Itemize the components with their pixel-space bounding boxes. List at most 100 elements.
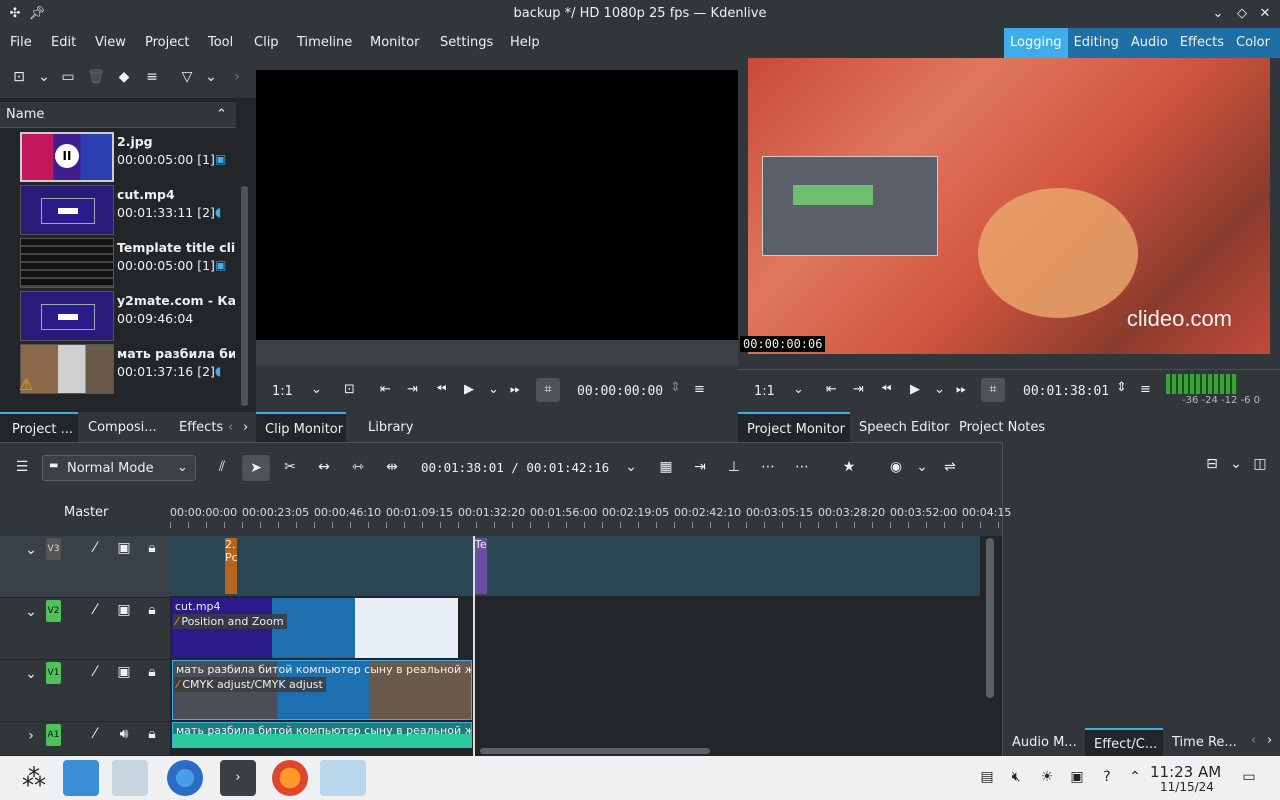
extract-icon[interactable]: ⋯ (793, 459, 811, 477)
bin-scrollbar[interactable] (241, 186, 248, 406)
layout-editing[interactable]: Editing (1068, 28, 1125, 58)
clip-image[interactable]: 2. Pc (225, 538, 237, 594)
tab-time-remap[interactable]: Time Re... (1172, 735, 1237, 750)
film-icon[interactable]: ▣ (115, 664, 133, 682)
bin-item-template-title[interactable]: Template title clip 00:00:05:00 [1] ▣ (20, 238, 236, 291)
tag-icon[interactable]: ◆ (115, 69, 133, 87)
chevron-down-icon[interactable]: ⌄ (934, 382, 945, 397)
speaker-icon[interactable]: 🔊︎ (115, 726, 133, 744)
slip-tool-icon[interactable]: ⇹ (383, 459, 401, 477)
timeline-horizontal-scrollbar[interactable] (480, 748, 710, 754)
tab-speech-editor[interactable]: Speech Editor (859, 420, 950, 435)
bin-column-header[interactable]: Name ⌃ (0, 102, 236, 128)
bin-item-y2mate[interactable]: y2mate.com - Как 00:09:46:04 (20, 291, 236, 344)
mode-select[interactable]: ▬ Normal Mode ⌄ (42, 455, 196, 481)
chevron-right-icon[interactable]: › (243, 420, 248, 435)
menu-settings[interactable]: Settings (440, 35, 493, 50)
record-icon[interactable]: ◉ (887, 459, 905, 477)
track-header-a1[interactable]: › A1 ⁄ 🔊︎ 🔒︎ (0, 722, 170, 756)
lane-v2[interactable]: cut.mp4 ⁄ Position and Zoom (170, 598, 980, 658)
close-icon[interactable]: ✕ (1256, 5, 1274, 23)
tab-project-monitor[interactable]: Project Monitor (738, 412, 850, 442)
set-out-icon[interactable]: ⇥ (853, 382, 864, 397)
multicam-icon[interactable]: ▦ (657, 459, 675, 477)
film-icon[interactable]: ▣ (115, 602, 133, 620)
project-timecode[interactable]: 00:01:38:01 (1023, 384, 1109, 399)
clip-mat-razbila-audio[interactable]: мать разбила битой компьютер сыну в реал… (172, 722, 472, 748)
menu-icon[interactable]: ≡ (1140, 382, 1151, 397)
chevron-down-icon[interactable]: ⌄ (488, 382, 499, 397)
chevron-down-icon[interactable]: ⌄ (22, 666, 40, 684)
playhead[interactable] (473, 536, 475, 756)
chevron-up-icon[interactable]: ⌃ (1126, 769, 1144, 787)
effect-wand-icon[interactable]: ⁄ (86, 602, 104, 620)
rewind-icon[interactable]: ⏪︎ (436, 382, 446, 397)
layout-logging[interactable]: Logging (1004, 28, 1068, 58)
chevron-left-icon[interactable]: ‹ (1251, 733, 1256, 748)
clipboard-icon[interactable]: ▤ (978, 769, 996, 787)
effect-wand-icon[interactable]: ⁄ (86, 726, 104, 744)
clip-cut-mp4[interactable]: cut.mp4 ⁄ Position and Zoom (172, 598, 458, 658)
menu-monitor[interactable]: Monitor (370, 35, 419, 50)
delete-icon[interactable]: 🗑︎ (87, 69, 105, 87)
project-zoom[interactable]: 1:1 (754, 384, 775, 399)
clock-time[interactable]: 11:23 AM (1150, 763, 1221, 781)
clip-mat-razbila-video[interactable]: мать разбила битой компьютер сыну в реал… (172, 660, 472, 720)
bin-item-2jpg[interactable]: II 2.jpg 00:00:05:00 [1] ▣ (20, 132, 236, 185)
link-icon[interactable]: ⊟ (1203, 456, 1221, 474)
tab-effect-composition[interactable]: Effect/C... (1085, 728, 1163, 758)
tab-compositions[interactable]: Composi... (88, 420, 157, 435)
chevron-right-icon[interactable]: › (228, 69, 246, 87)
minimize-icon[interactable]: ⌄ (1209, 5, 1227, 23)
lane-v1[interactable]: мать разбила битой компьютер сыну в реал… (170, 660, 980, 720)
effect-wand-icon[interactable]: ⁄ (86, 664, 104, 682)
play-icon[interactable]: ▶ (910, 382, 920, 397)
lift-icon[interactable]: ⋯ (759, 459, 777, 477)
layout-audio[interactable]: Audio (1125, 28, 1174, 58)
spacer-tool-icon[interactable]: ↔ (315, 459, 333, 477)
insert-icon[interactable]: ⇥ (691, 459, 709, 477)
menu-help[interactable]: Help (510, 35, 540, 50)
filter-icon[interactable]: ▽ (178, 69, 196, 87)
star-icon[interactable]: ★ (840, 459, 858, 477)
menu-tool[interactable]: Tool (208, 35, 233, 50)
razor-tool-icon[interactable]: ✂ (281, 459, 299, 477)
chevron-down-icon[interactable]: ⌄ (793, 382, 804, 397)
menu-icon[interactable]: ≡ (143, 69, 161, 87)
file-manager-icon[interactable] (112, 760, 148, 796)
set-out-icon[interactable]: ⇥ (407, 382, 418, 397)
maximize-icon[interactable]: ◇ (1233, 5, 1251, 23)
lock-icon[interactable]: 🔒︎ (143, 540, 161, 558)
chevron-down-icon[interactable]: ⌄ (35, 69, 53, 87)
menu-icon[interactable]: ≡ (694, 382, 705, 397)
layout-effects[interactable]: Effects (1174, 28, 1230, 58)
chevron-down-icon[interactable]: ⌄ (22, 604, 40, 622)
project-monitor-screen[interactable]: clideo.com (748, 58, 1270, 354)
clip-monitor-ruler[interactable] (256, 340, 738, 366)
chevron-right-icon[interactable]: › (1267, 733, 1272, 748)
overwrite-icon[interactable]: ⊥ (725, 459, 743, 477)
chevron-right-icon[interactable]: › (22, 728, 40, 746)
timeline-vertical-scrollbar[interactable] (986, 538, 994, 698)
fit-zoom-icon[interactable]: ⊡ (344, 382, 355, 397)
chevron-left-icon[interactable]: ‹ (228, 420, 233, 435)
crop-icon[interactable]: ⌗ (536, 378, 560, 402)
add-folder-icon[interactable]: ▭ (59, 69, 77, 87)
master-label[interactable]: Master (64, 505, 108, 520)
razor-all-icon[interactable]: ⫽ (213, 459, 231, 477)
chevron-down-icon[interactable]: ⌄ (1227, 456, 1245, 474)
effect-wand-icon[interactable]: ⁄ (86, 540, 104, 558)
set-in-icon[interactable]: ⇤ (380, 382, 391, 397)
track-header-v2[interactable]: ⌄ V2 ⁄ ▣ 🔒︎ (0, 598, 170, 660)
menu-timeline[interactable]: Timeline (297, 35, 352, 50)
lock-icon[interactable]: 🔒︎ (143, 664, 161, 682)
chromium-icon[interactable] (167, 760, 203, 796)
spin-icon[interactable]: ⇕ (1116, 380, 1127, 395)
rewind-icon[interactable]: ⏪︎ (881, 382, 891, 397)
timeline-time[interactable]: 00:01:38:01 / 00:01:42:16 (421, 460, 609, 475)
chevron-down-icon[interactable]: ⌄ (913, 459, 931, 477)
chevron-down-icon[interactable]: ⌄ (311, 382, 322, 397)
tab-project-notes[interactable]: Project Notes (959, 420, 1045, 435)
clip-timecode[interactable]: 00:00:00:00 (577, 384, 663, 399)
menu-view[interactable]: View (95, 35, 126, 50)
